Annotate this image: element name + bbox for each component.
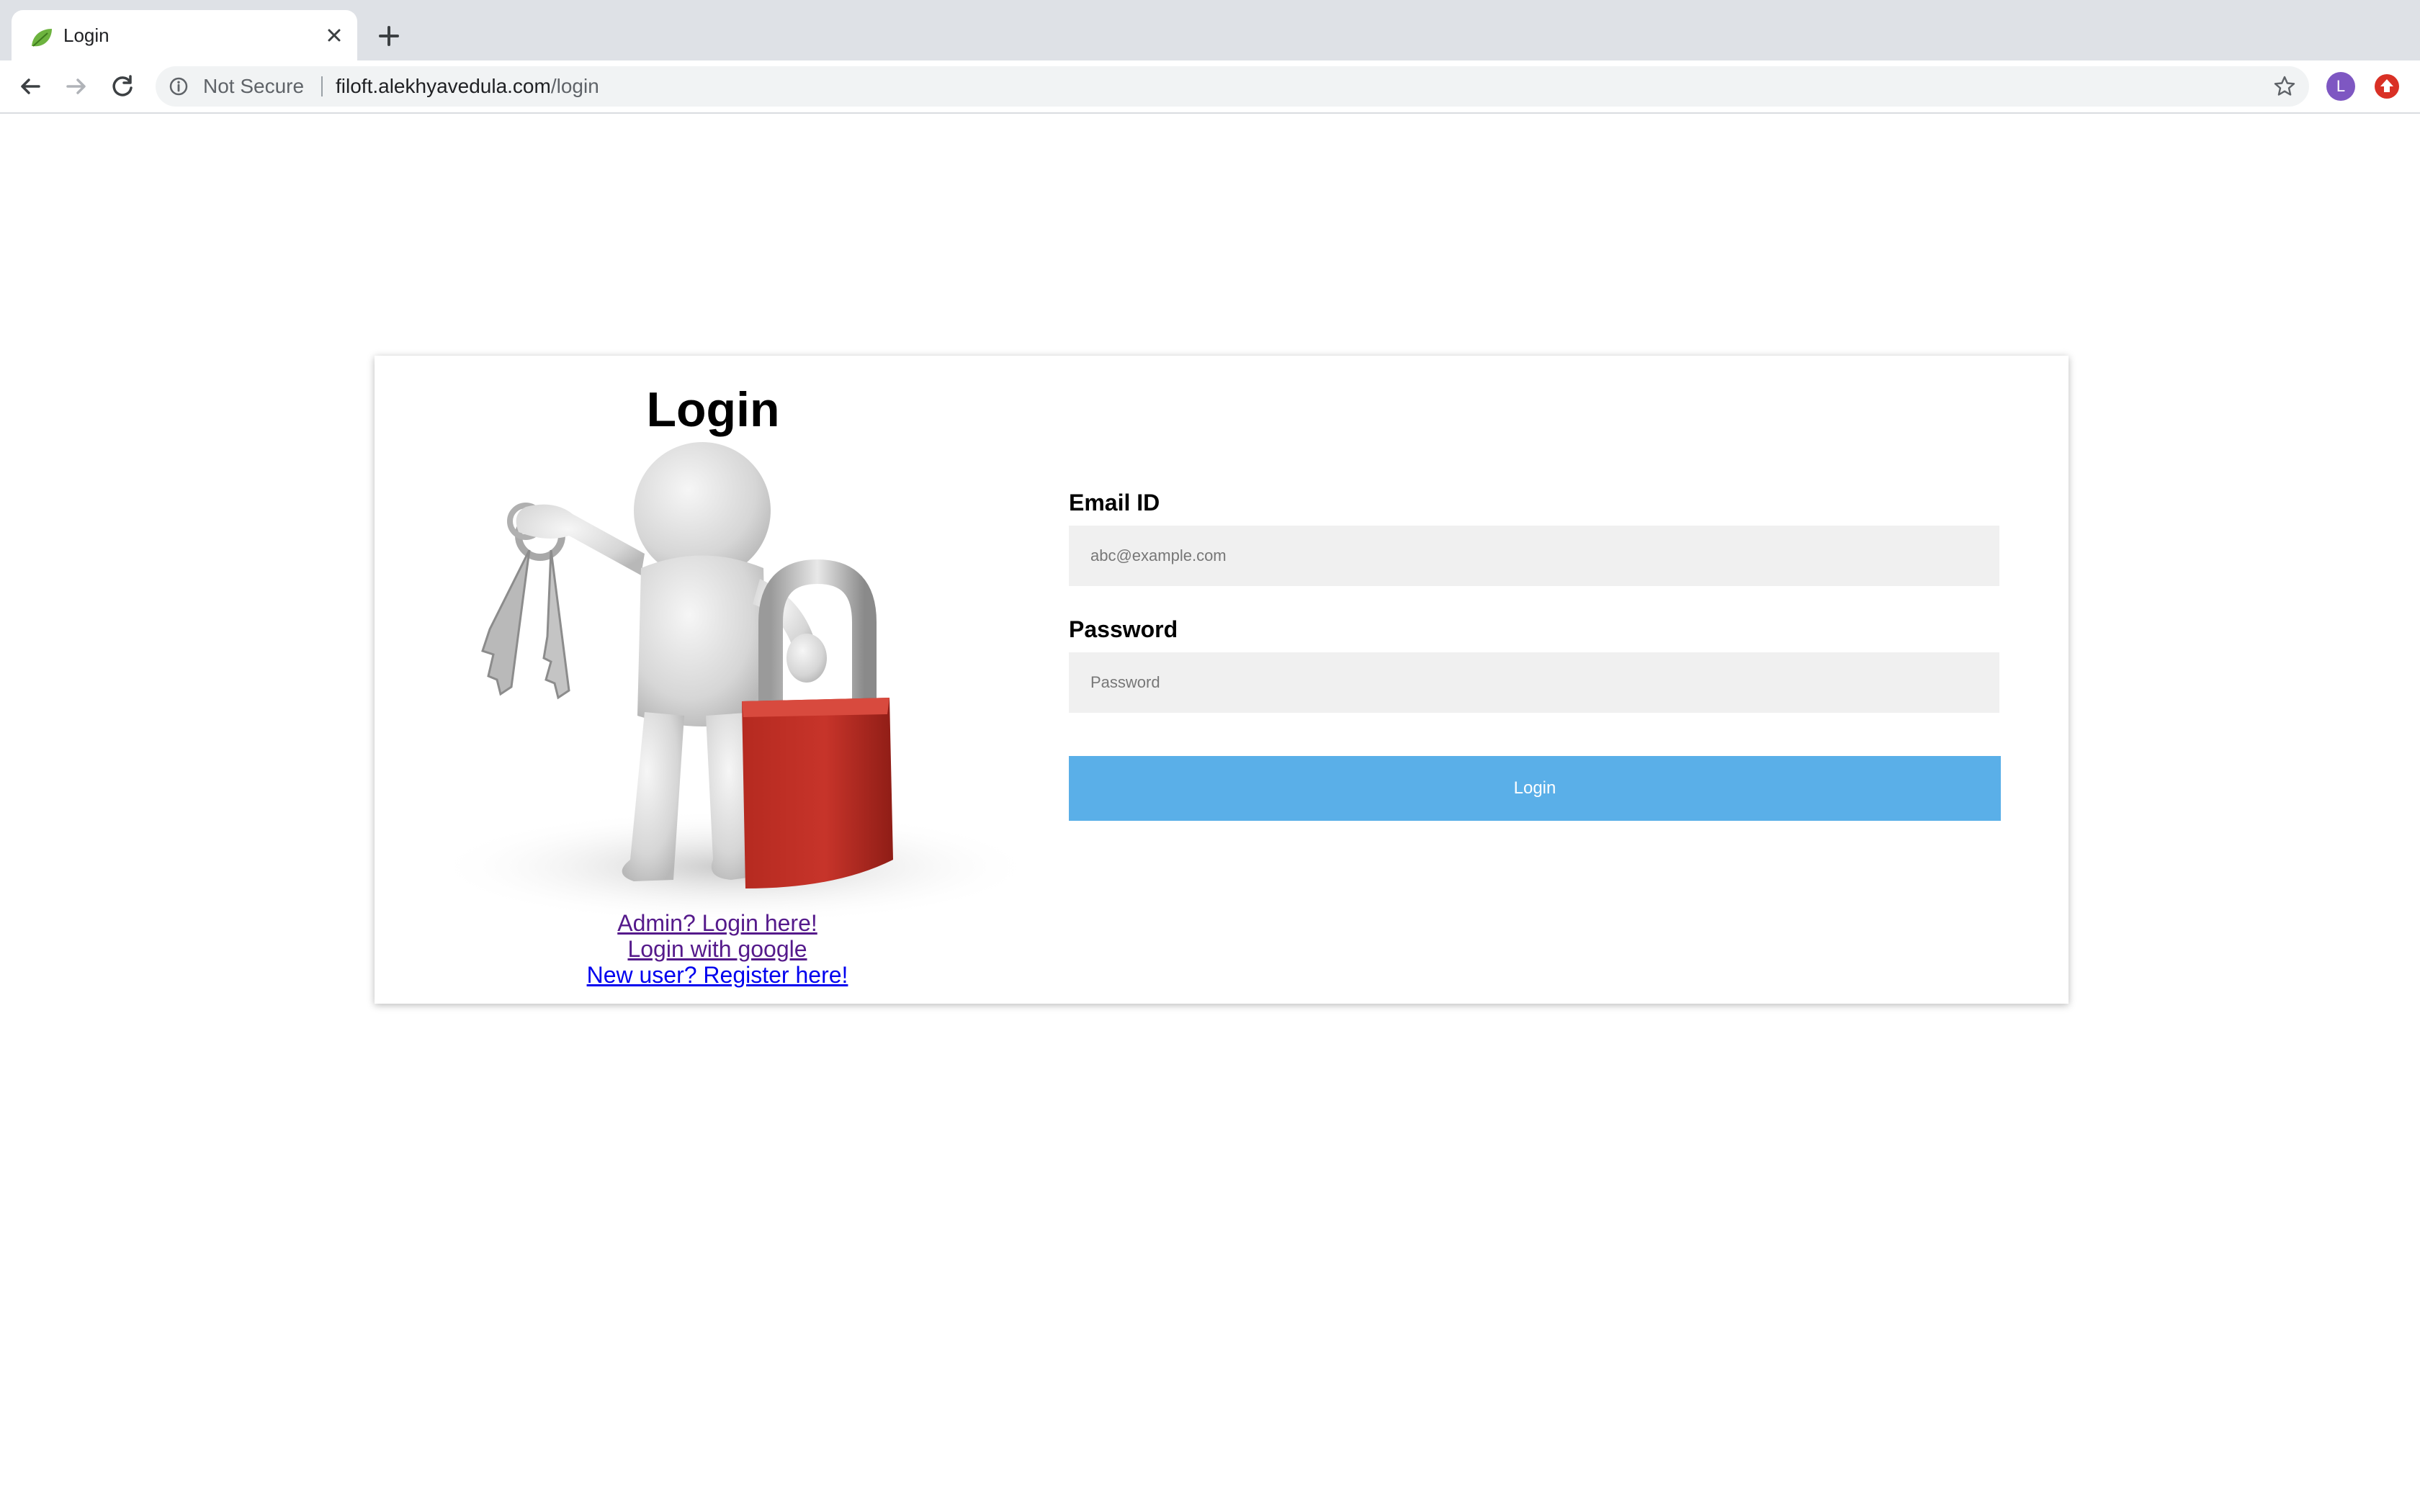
login-form: Email ID Password Login — [1069, 356, 2005, 1004]
url-text[interactable]: filoft.alekhyavedula.com/login — [336, 66, 599, 107]
back-arrow-icon[interactable] — [14, 71, 46, 102]
leaf-favicon-icon — [32, 29, 52, 47]
email-field[interactable] — [1069, 526, 1999, 586]
close-tab-icon[interactable] — [321, 22, 347, 48]
auth-links: Admin? Login here! Login with google New… — [375, 910, 1060, 988]
google-login-link[interactable]: Login with google — [375, 936, 1060, 962]
profile-avatar[interactable]: L — [2326, 72, 2355, 101]
security-status[interactable]: Not Secure — [203, 66, 304, 107]
tab-title: Login — [63, 24, 109, 46]
password-field[interactable] — [1069, 652, 1999, 713]
bookmark-star-icon[interactable] — [2273, 75, 2296, 98]
login-illustration-panel: Login Admin? Login here! Login with goog… — [375, 356, 1066, 1004]
admin-login-link[interactable]: Admin? Login here! — [375, 910, 1060, 936]
info-icon[interactable] — [169, 76, 189, 96]
email-label: Email ID — [1069, 490, 1160, 516]
url-host: filoft.alekhyavedula.com — [336, 75, 551, 97]
omnibox-divider — [321, 76, 323, 96]
tab-strip: Login — [0, 0, 2420, 60]
extension-upload-icon[interactable] — [2372, 72, 2401, 101]
login-submit-button[interactable]: Login — [1069, 756, 2001, 821]
active-tab[interactable]: Login — [12, 10, 357, 60]
reload-icon[interactable] — [107, 71, 138, 102]
login-card: Login Admin? Login here! Login with goog… — [375, 356, 2069, 1004]
address-bar[interactable]: Not Secure filoft.alekhyavedula.com/logi… — [156, 66, 2309, 107]
password-label: Password — [1069, 616, 1178, 642]
browser-toolbar: Not Secure filoft.alekhyavedula.com/logi… — [0, 60, 2420, 114]
forward-arrow-icon[interactable] — [60, 71, 92, 102]
new-tab-plus-icon[interactable] — [375, 22, 403, 50]
register-link[interactable]: New user? Register here! — [375, 962, 1060, 988]
url-path: /login — [550, 75, 599, 97]
keys-and-padlock-illustration — [432, 442, 1037, 917]
